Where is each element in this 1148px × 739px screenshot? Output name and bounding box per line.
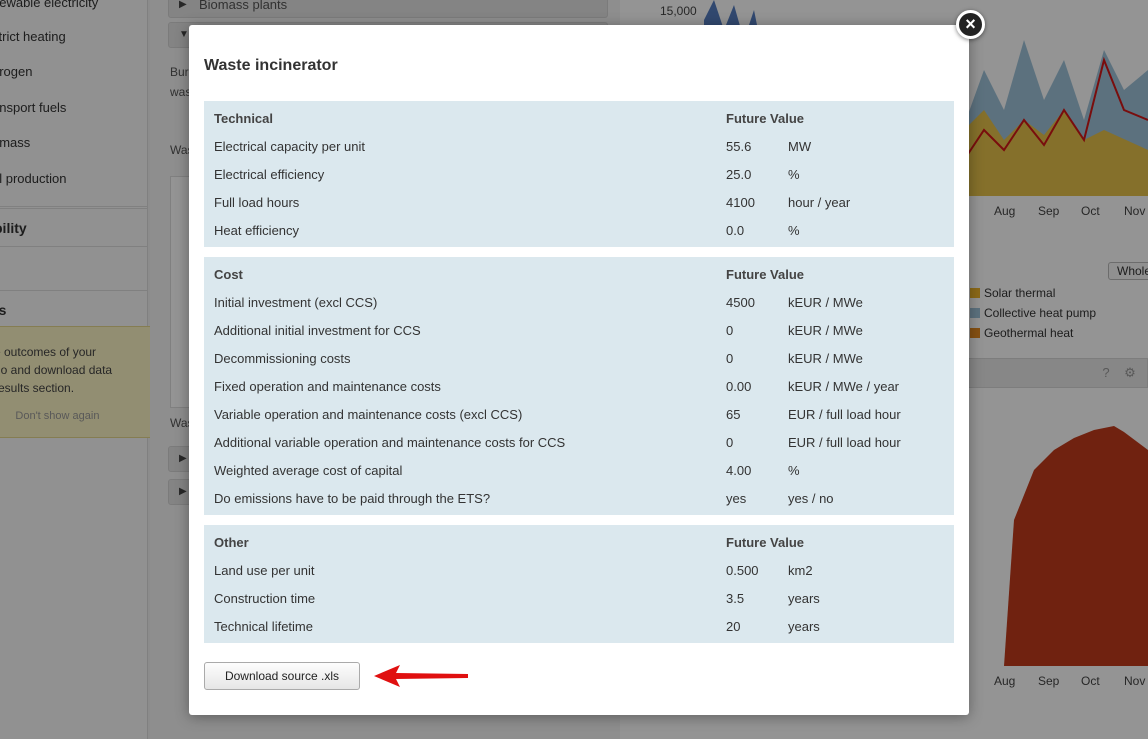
row-unit: yes / no [788,491,834,506]
table-row: Initial investment (excl CCS) 4500 kEUR / … [214,289,944,317]
row-value: 4100 [726,195,755,210]
row-unit: hour / year [788,195,851,210]
table-row: Decommissioning costs 0 kEUR / MWe [214,345,944,373]
table-row: Fixed operation and maintenance costs 0.0… [214,373,944,401]
row-value: 0 [726,351,734,366]
future-value-header: Future Value [726,267,805,282]
row-label: Electrical capacity per unit [214,139,366,154]
cost-section: Cost Future Value Initial investment (ex… [204,257,954,515]
arrow-shape [374,665,468,687]
table-row: Additional initial investment for CCS 0 kE… [214,317,944,345]
row-unit: kEUR / MWe [788,295,863,310]
row-label: Initial investment (excl CCS) [214,295,378,310]
table-row: Construction time 3.5 years [214,585,944,613]
row-value: 4.00 [726,463,752,478]
row-unit: km2 [788,563,813,578]
row-value: 65 [726,407,741,422]
section-header: Cost Future Value [214,261,944,289]
row-value: 0.0 [726,223,745,238]
row-label: Additional variable operation and mainte… [214,435,566,450]
section-title: Cost [214,267,243,282]
row-value: 3.5 [726,591,745,606]
row-value: 4500 [726,295,755,310]
row-label: Heat efficiency [214,223,300,238]
row-label: Variable operation and maintenance costs… [214,407,523,422]
table-row: Full load hours 4100 hour / year [214,189,944,217]
section-title: Technical [214,111,274,126]
row-label: Do emissions have to be paid through the… [214,491,491,506]
table-row: Heat efficiency 0.0% [214,217,944,245]
row-label: Fixed operation and maintenance costs [214,379,441,394]
section-header: Technical Future Value [214,105,944,133]
row-unit: kEUR / MWe [788,323,863,338]
close-icon[interactable]: × [956,10,985,39]
row-value: yes [726,491,747,506]
technical-section: Technical Future Value Electrical capaci… [204,101,954,247]
section-title: Other [214,535,249,550]
table-row: Do emissions have to be paid through the… [214,485,944,513]
row-label: Electrical efficiency [214,167,325,182]
table-row: Electrical capacity per unit 55.6 MW [214,133,944,161]
row-label: Decommissioning costs [214,351,351,366]
row-value: 0 [726,435,734,450]
row-unit: MW [788,139,812,154]
table-row: Electrical efficiency 25.0% [214,161,944,189]
download-source-button[interactable]: Download source .xls [204,662,360,690]
row-label: Weighted average cost of capital [214,463,403,478]
table-row: Additional variable operation and mainte… [214,429,944,457]
row-label: Land use per unit [214,563,315,578]
future-value-header: Future Value [726,535,805,550]
row-unit: kEUR / MWe / year [788,379,900,394]
section-header: Other Future Value [214,529,944,557]
table-row: Land use per unit 0.500 km2 [214,557,944,585]
row-unit: EUR / full load hour [788,407,901,422]
row-value: 0 [726,323,734,338]
row-value: 20 [726,619,741,634]
row-unit: % [788,223,800,238]
table-row: Technical lifetime 20 years [214,613,944,641]
row-value: 55.6 [726,139,752,154]
row-value: 0.00 [726,379,752,394]
row-unit: EUR / full load hour [788,435,901,450]
row-unit: kEUR / MWe [788,351,863,366]
modal-title: Waste incinerator [204,57,338,74]
row-unit: years [788,591,820,606]
other-section: Other Future Value Land use per unit 0.50… [204,525,954,643]
row-label: Additional initial investment for CCS [214,323,421,338]
row-unit: % [788,167,800,182]
table-row: Weighted average cost of capital 4.00% [214,457,944,485]
row-value: 0.500 [726,563,759,578]
red-arrow-icon [374,665,468,687]
row-unit: years [788,619,820,634]
row-unit: % [788,463,800,478]
table-row: Variable operation and maintenance costs… [214,401,944,429]
row-value: 25.0 [726,167,752,182]
technology-details-modal: Waste incinerator Technical Future Value… [189,25,969,715]
row-label: Full load hours [214,195,300,210]
row-label: Technical lifetime [214,619,313,634]
future-value-header: Future Value [726,111,805,126]
row-label: Construction time [214,591,316,606]
